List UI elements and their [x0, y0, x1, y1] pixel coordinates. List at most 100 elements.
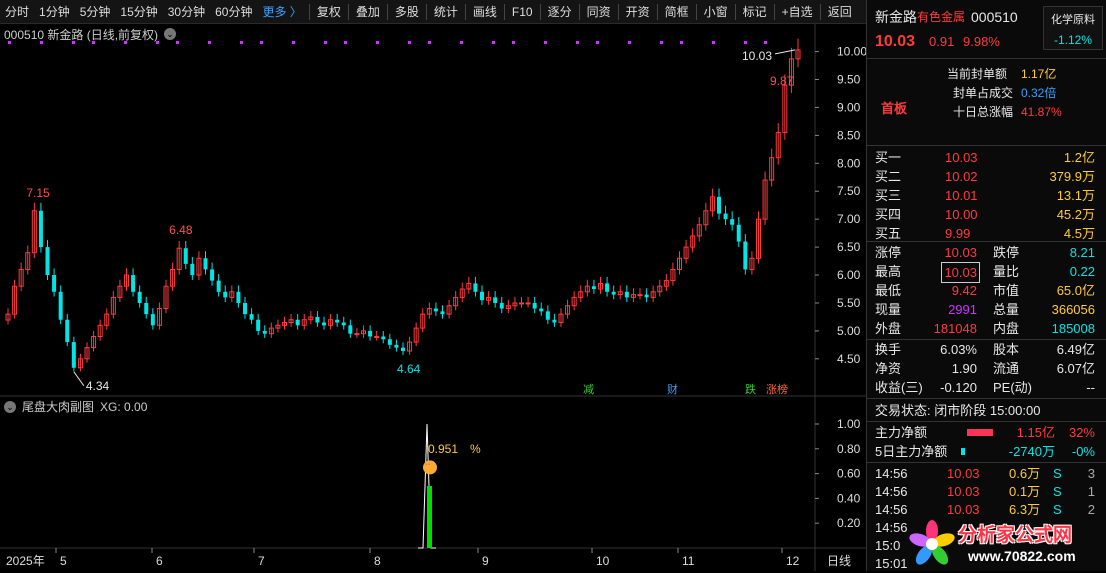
- bid-row: 买四 10.00 45.2万: [867, 205, 1106, 224]
- y-tick-label: 7.50: [837, 184, 861, 198]
- candle: [12, 279, 18, 319]
- signal-dot: [8, 41, 11, 44]
- price-row: 10.03 0.91 9.98%: [867, 32, 1106, 54]
- tool-button-8[interactable]: 开资: [621, 0, 655, 24]
- candle: [407, 336, 413, 355]
- bid-volume: 379.9万: [1049, 169, 1095, 184]
- period-tab-4[interactable]: 30分钟: [163, 0, 210, 24]
- toolbar-divider: [539, 3, 541, 20]
- candle: [769, 148, 775, 187]
- candle: [156, 302, 162, 330]
- candle: [361, 325, 366, 338]
- period-tab-1[interactable]: 1分钟: [34, 0, 75, 24]
- stat-value: --: [1086, 380, 1095, 395]
- tool-button-5[interactable]: F10: [507, 0, 538, 24]
- stat-value: 181048: [933, 321, 977, 336]
- tool-button-7[interactable]: 同资: [582, 0, 616, 24]
- candle: [749, 251, 755, 275]
- chevron-down-icon[interactable]: ⌄: [4, 400, 16, 413]
- period-tab-3[interactable]: 15分钟: [115, 0, 162, 24]
- tool-button-13[interactable]: 返回: [823, 0, 857, 24]
- high-label-2: 6.48: [169, 223, 193, 237]
- stats2-row: 净资 1.90 流通 6.07亿: [867, 359, 1106, 378]
- tool-button-10[interactable]: 小窗: [699, 0, 733, 24]
- bid-price: 10.02: [945, 169, 978, 184]
- bid-label: 买一: [875, 150, 902, 165]
- candle: [401, 342, 405, 355]
- tool-button-4[interactable]: 画线: [468, 0, 502, 24]
- event-tag-2[interactable]: 跌: [745, 382, 756, 396]
- high-label-1: 7.15: [26, 186, 50, 200]
- signal-dot: [460, 41, 463, 44]
- candle: [584, 279, 590, 297]
- trade-status: 交易状态: 闭市阶段 15:00:00: [875, 403, 1041, 418]
- toolbar-divider: [425, 3, 427, 20]
- period-tab-5[interactable]: 60分钟: [210, 0, 257, 24]
- tick-count: 1: [1087, 484, 1095, 499]
- tool-button-2[interactable]: 多股: [390, 0, 424, 24]
- candle: [571, 291, 577, 311]
- event-tag-1[interactable]: 财: [667, 382, 678, 396]
- candle: [91, 331, 97, 352]
- signal-dot: [240, 41, 243, 44]
- tool-button-6[interactable]: 逐分: [543, 0, 577, 24]
- stat-label: 股本: [993, 342, 1020, 357]
- candle: [558, 308, 564, 327]
- candle: [104, 308, 110, 330]
- flow-label: 5日主力净额: [875, 444, 948, 459]
- signal-dot: [680, 41, 683, 44]
- x-tick-label: 12: [786, 554, 800, 568]
- tool-button-0[interactable]: 复权: [312, 0, 346, 24]
- y-tick-label: 7.00: [837, 212, 861, 226]
- kline-chart[interactable]: 10.00 9.50 9.00 8.50 8.00 7.50 7.00 6.50 6.00 5.5…: [0, 24, 866, 571]
- event-tag-0[interactable]: 减: [583, 383, 594, 396]
- sub-indicator-name: 尾盘大肉副图: [22, 400, 95, 414]
- candle: [493, 291, 498, 308]
- sub-indicator-header: ⌄ 尾盘大肉副图 XG: 0.00: [4, 398, 147, 415]
- candle: [730, 211, 735, 231]
- candle: [341, 316, 346, 330]
- stats2-row: 换手 6.03% 股本 6.49亿: [867, 340, 1106, 359]
- period-tab-2[interactable]: 5分钟: [75, 0, 116, 24]
- stats-row: 现量 2991 总量 366056: [867, 300, 1106, 319]
- signal-dot: [492, 41, 495, 44]
- tick-row: 14:56 10.03 0.6万 S 3: [867, 465, 1106, 483]
- stat-label: 现量: [875, 302, 902, 317]
- tool-button-12[interactable]: +自选: [777, 0, 818, 24]
- candle: [275, 319, 281, 333]
- candle: [630, 288, 636, 303]
- tool-button-11[interactable]: 标记: [738, 0, 772, 24]
- signal-dot: [428, 41, 431, 44]
- stat-value: 6.03%: [940, 342, 977, 357]
- candle: [236, 285, 241, 308]
- more-button[interactable]: 更多 〉: [257, 0, 306, 24]
- candle: [420, 308, 426, 333]
- candle: [657, 279, 663, 297]
- period-tab-0[interactable]: 分时: [0, 0, 34, 24]
- sub-y-tick-label: 0.40: [837, 491, 861, 505]
- y-tick-label: 10.00: [837, 45, 866, 59]
- event-tag-3[interactable]: 涨榜: [766, 382, 788, 396]
- candle: [268, 322, 274, 338]
- y-tick-label: 5.50: [837, 296, 861, 310]
- tool-button-9[interactable]: 简框: [660, 0, 694, 24]
- candle: [308, 311, 314, 325]
- candle: [466, 276, 472, 294]
- stat-label: 内盘: [993, 321, 1020, 336]
- toolbar-divider: [386, 3, 388, 20]
- candle: [650, 285, 656, 303]
- bid-row: 买三 10.01 13.1万: [867, 186, 1106, 205]
- candle: [183, 240, 188, 270]
- candle: [717, 188, 721, 220]
- stat-label: 换手: [875, 342, 902, 357]
- tick-time: 14:56: [875, 466, 908, 481]
- seal-amount: 1.17亿: [1021, 67, 1057, 81]
- tool-button-1[interactable]: 叠加: [351, 0, 385, 24]
- x-tick-label: 11: [682, 554, 695, 568]
- signal-dot: [596, 41, 599, 44]
- flow-value: 1.15亿: [1016, 425, 1055, 440]
- candle: [743, 234, 748, 275]
- sector-tag[interactable]: 有色金属: [917, 8, 965, 27]
- candle: [605, 276, 610, 297]
- tool-button-3[interactable]: 统计: [429, 0, 463, 24]
